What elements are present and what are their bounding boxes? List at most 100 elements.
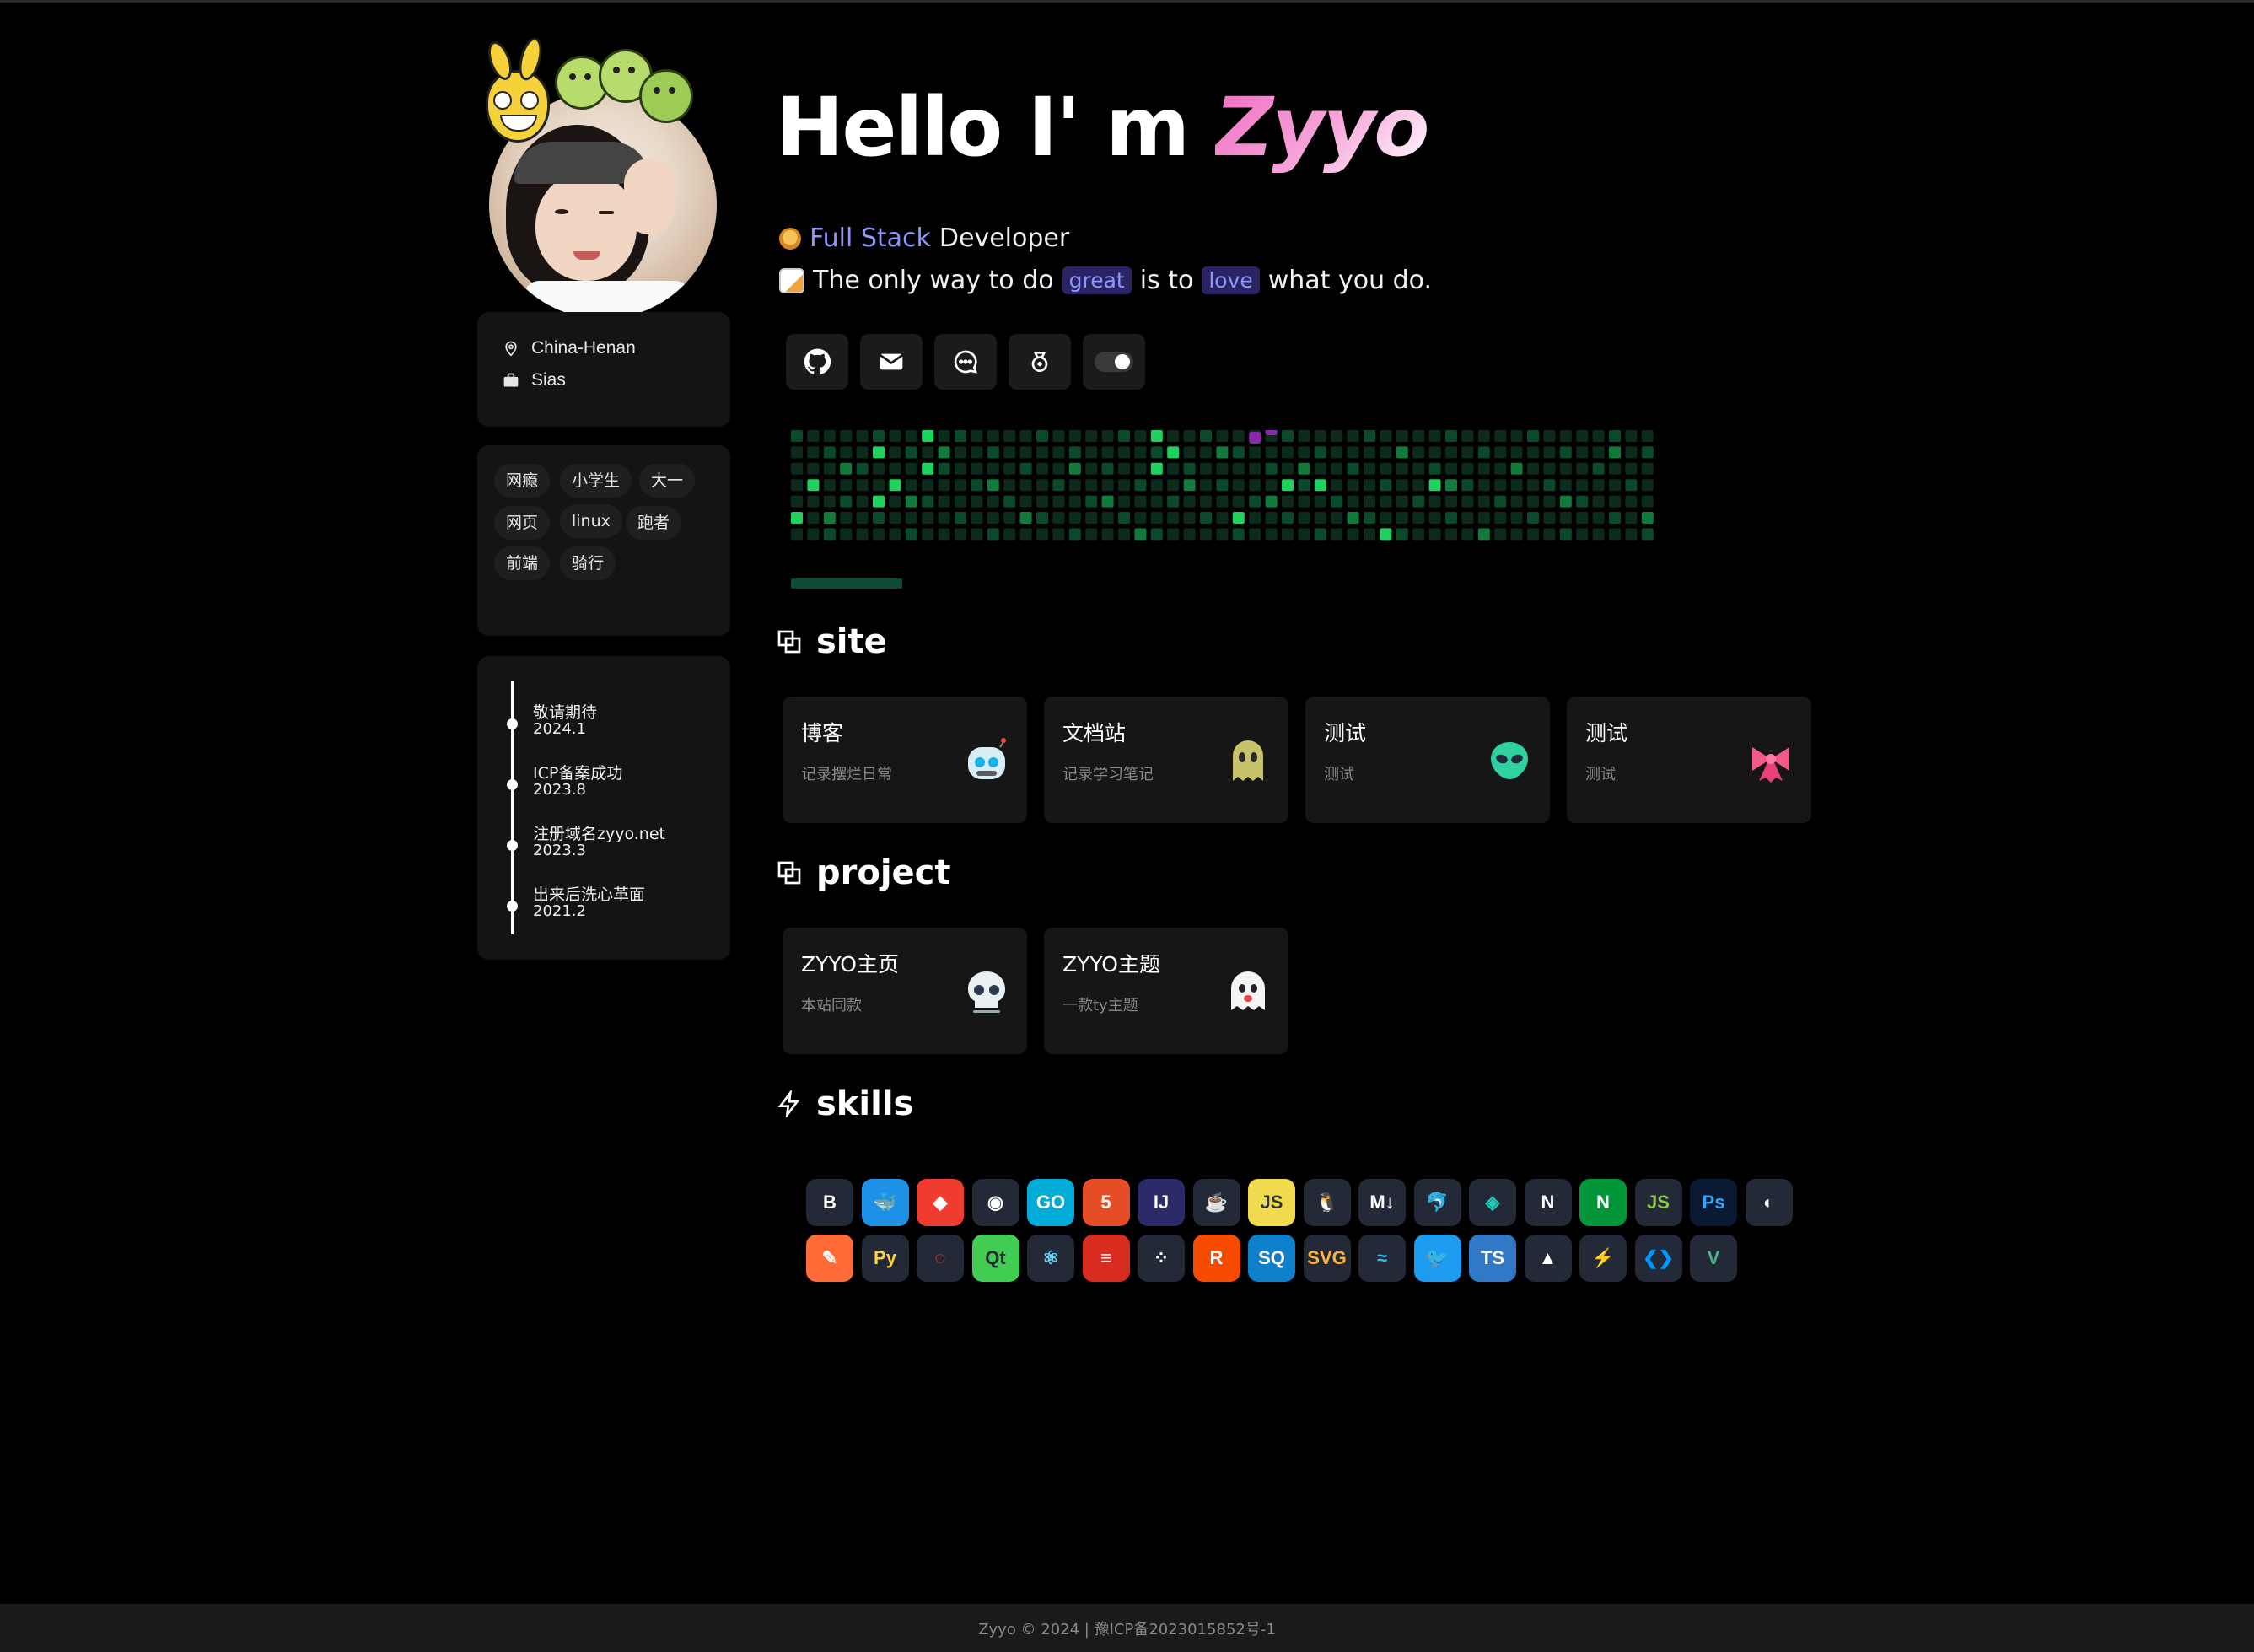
contribution-cell [823,512,836,524]
ball-sticker-icon [639,69,693,123]
timeline-dot [507,840,518,851]
contribution-cell [1003,446,1016,459]
photoshop-icon: Ps [1690,1179,1737,1226]
site-card-test-2[interactable]: 测试 测试 [1567,697,1811,823]
tag: linux [560,504,622,538]
contribution-cell [889,479,901,492]
contribution-cell [889,430,901,442]
contribution-cell [791,479,803,492]
site-card-desc: 记录摆烂日常 [801,766,892,783]
contribution-cell [873,446,885,459]
contribution-cell [856,528,869,541]
timeline-title: 出来后洗心革面 [533,885,646,904]
contribution-cell [955,446,966,459]
project-card-theme[interactable]: ZYYO主题 一款ty主题 [1044,928,1288,1054]
contribution-cell [1118,462,1130,475]
contribution-cell [1559,528,1572,541]
tag: 网页 [494,506,551,540]
contribution-cell [1118,495,1130,508]
contribution-cell [1543,462,1556,475]
window-stack-icon [777,861,801,885]
email-link-button[interactable] [860,334,923,390]
contribution-cell [1068,430,1081,442]
contribution-cell [1232,528,1245,541]
contribution-cell [1232,446,1245,459]
tag: 前端 [494,546,551,580]
contribution-cell [1510,512,1523,524]
contribution-cell [1510,528,1523,541]
contribution-cell [1200,462,1212,475]
contribution-cell [1216,495,1229,508]
site-card-docs[interactable]: 文档站 记录学习笔记 [1044,697,1288,823]
chat-link-button[interactable] [934,334,997,390]
contribution-cell [938,462,950,475]
contribution-cell [1314,462,1326,475]
contribution-cell [955,512,966,524]
timeline-date: 2024.1 [533,720,586,738]
contribution-cell [873,528,885,541]
contribution-cell [1085,528,1098,541]
school-row: Sias [503,368,566,393]
contribution-cell [1347,430,1359,442]
git-icon: ◆ [917,1179,964,1226]
timeline-card: 敬请期待 2024.1 ICP备案成功 2023.8 注册域名zyyo.net … [477,656,730,960]
site-card-blog[interactable]: 博客 记录摆烂日常 [783,697,1027,823]
contribution-cell [1118,479,1130,492]
avatar [477,32,722,319]
reward-link-button[interactable] [1009,334,1071,390]
contribution-cell [1641,512,1654,524]
contribution-cell [1396,495,1408,508]
contribution-cell [1282,430,1294,442]
contribution-cell [1428,495,1441,508]
contribution-cell [1364,446,1375,459]
contribution-cell [1543,479,1556,492]
contribution-cell [1183,528,1196,541]
quote-line: The only way to do great is to love what… [779,266,1432,295]
contribution-cell [1461,479,1474,492]
contribution-cell [1347,446,1359,459]
role-line: Full Stack Developer [779,223,1069,253]
contribution-cell [905,430,917,442]
contribution-cell [1625,430,1638,442]
contribution-cell [1183,430,1196,442]
contribution-cell [905,495,917,508]
contribution-cell [1625,528,1638,541]
contribution-cell [1510,462,1523,475]
github-link-button[interactable] [786,334,848,390]
project-card-homepage[interactable]: ZYYO主页 本站同款 [783,928,1027,1054]
contribution-cell [1428,446,1441,459]
contribution-cell [987,430,999,442]
contribution-cell [1396,512,1408,524]
contribution-cell [905,479,917,492]
contribution-cell [1527,479,1539,492]
contribution-cell [987,479,999,492]
contribution-cell [1298,430,1310,442]
github-icon: ◉ [971,1179,1019,1226]
timeline-date: 2023.3 [533,842,586,859]
contribution-cell [1036,528,1048,541]
contribution-cell [823,430,836,442]
contribution-cell [823,528,836,541]
contribution-cell [938,430,950,442]
contribution-cell [1380,528,1392,541]
contribution-cell [1134,446,1147,459]
contribution-cell [1380,446,1392,459]
contribution-cell [922,495,934,508]
contribution-cell [1101,495,1114,508]
contribution-cell [1510,495,1523,508]
contribution-cell [791,495,803,508]
vite-icon: ⚡ [1579,1235,1627,1282]
timeline-dot [507,718,518,729]
contribution-cell [1216,512,1229,524]
contribution-cell [1265,462,1278,475]
contribution-cell [1445,446,1457,459]
briefcase-icon [503,373,519,387]
contribution-cell [1314,495,1326,508]
site-card-test-1[interactable]: 测试 测试 [1305,697,1550,823]
contribution-cell [1428,462,1441,475]
contribution-cell [922,446,934,459]
contribution-cell [1036,512,1048,524]
theme-toggle[interactable] [1083,334,1145,390]
contribution-cell [1625,512,1638,524]
contribution-cell [1396,528,1408,541]
